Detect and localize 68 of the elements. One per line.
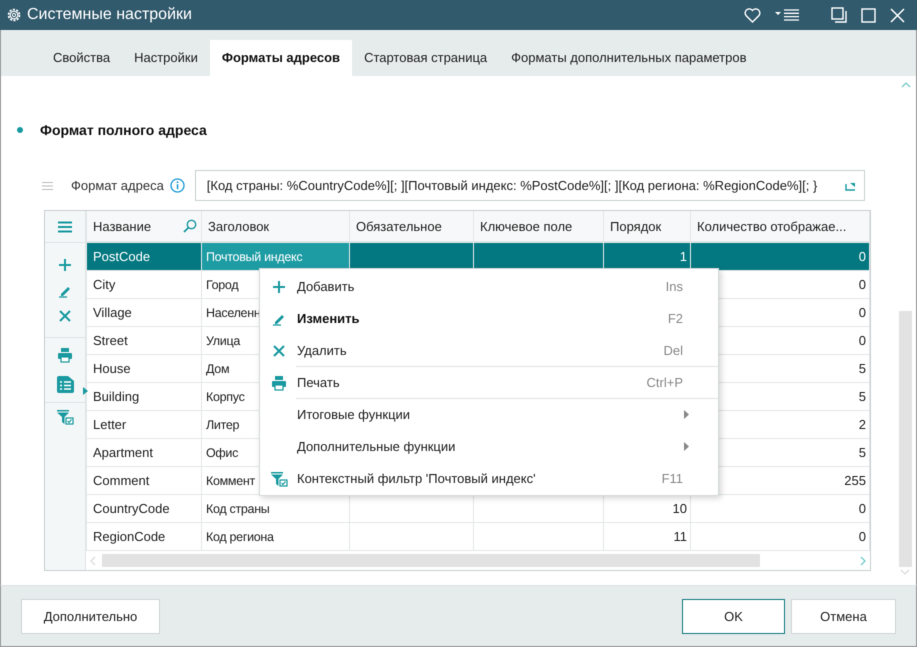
maximize-icon[interactable] [861,8,876,22]
table-cell[interactable]: Letter [86,410,202,438]
delete-icon [273,344,285,356]
close-icon[interactable] [890,8,905,22]
field-label: Формат адреса [71,178,164,193]
heart-icon[interactable] [744,8,761,22]
scroll-up-icon[interactable] [901,82,911,88]
window-title: Системные настройки [27,6,193,24]
column-header[interactable]: Ключевое поле [474,211,604,242]
edit-icon[interactable] [58,284,72,298]
menu-item[interactable]: Удалить Del [260,334,718,366]
menu-item[interactable]: Печать Ctrl+P [260,366,718,398]
section-title: Формат полного адреса [40,122,207,138]
table-cell[interactable]: CountryCode [86,494,202,522]
print-icon [271,374,287,390]
restore-icon[interactable] [831,7,847,23]
tab[interactable]: Форматы адресов [210,40,352,76]
print-icon[interactable] [57,347,73,363]
table-cell[interactable]: Village [86,298,202,326]
table-cell[interactable]: Comment [86,466,202,494]
submenu-arrow-icon [684,442,689,451]
tab[interactable]: Свойства [41,40,122,76]
table-cell[interactable]: Apartment [86,438,202,466]
filter-icon [270,470,288,486]
search-icon[interactable] [183,219,197,233]
table-cell[interactable]: City [86,270,202,298]
tab[interactable]: Настройки [122,40,210,76]
menu-item[interactable]: Изменить F2 [260,302,718,334]
dialog-button[interactable]: Отмена [791,598,896,634]
submenu-arrow-icon [684,410,689,419]
table-cell[interactable]: House [86,354,202,382]
add-icon[interactable] [58,258,72,272]
table-cell[interactable]: 0 [690,242,870,270]
scroll-right-icon[interactable] [860,556,866,566]
table-cell[interactable]: Код региона [202,522,350,550]
delete-icon[interactable] [59,310,71,322]
dialog-button[interactable]: Дополнительно [21,598,160,634]
settings-icon [6,7,22,23]
expand-icon[interactable] [844,180,856,190]
filter-icon[interactable] [56,409,74,425]
bullet-icon [17,127,23,133]
vertical-scrollbar[interactable] [899,311,912,567]
table-cell[interactable]: PostCode [86,242,202,270]
address-format-field[interactable]: [Код страны: %CountryCode%][; ][Почтовый индекс: %PostCode%][; ][Код региона: %RegionCode%][; } [194,170,865,201]
table-cell[interactable]: RegionCode [86,522,202,550]
info-icon[interactable] [170,178,185,193]
menu-item[interactable]: Итоговые функции [260,398,718,430]
table-cell[interactable]: 0 [690,522,870,550]
menu-item[interactable]: Контекстный фильтр 'Почтовый индекс' F11 [260,462,718,494]
menu-item[interactable]: Дополнительные функции [260,430,718,462]
tab[interactable]: Стартовая страница [352,40,500,76]
add-icon [272,280,286,294]
table-cell[interactable]: 11 [604,522,690,550]
horizontal-scrollbar[interactable] [102,554,760,567]
list-menu-icon[interactable] [775,9,799,21]
column-header[interactable]: Обязательное [350,211,474,242]
column-header[interactable]: Порядок [604,211,690,242]
dialog-button[interactable]: OK [682,598,785,634]
submenu-arrow-icon[interactable] [83,387,88,395]
column-header[interactable]: Количество отображае... [690,211,870,242]
table-cell[interactable]: Building [86,382,202,410]
tab[interactable]: Форматы дополнительных параметров [499,40,759,76]
menu-item[interactable]: Добавить Ins [260,270,718,302]
drag-handle-icon[interactable] [42,182,53,190]
column-header[interactable]: Заголовок [202,211,350,242]
menu-icon[interactable] [58,220,72,232]
table-cell[interactable]: Street [86,326,202,354]
document-list-icon[interactable] [56,375,74,393]
